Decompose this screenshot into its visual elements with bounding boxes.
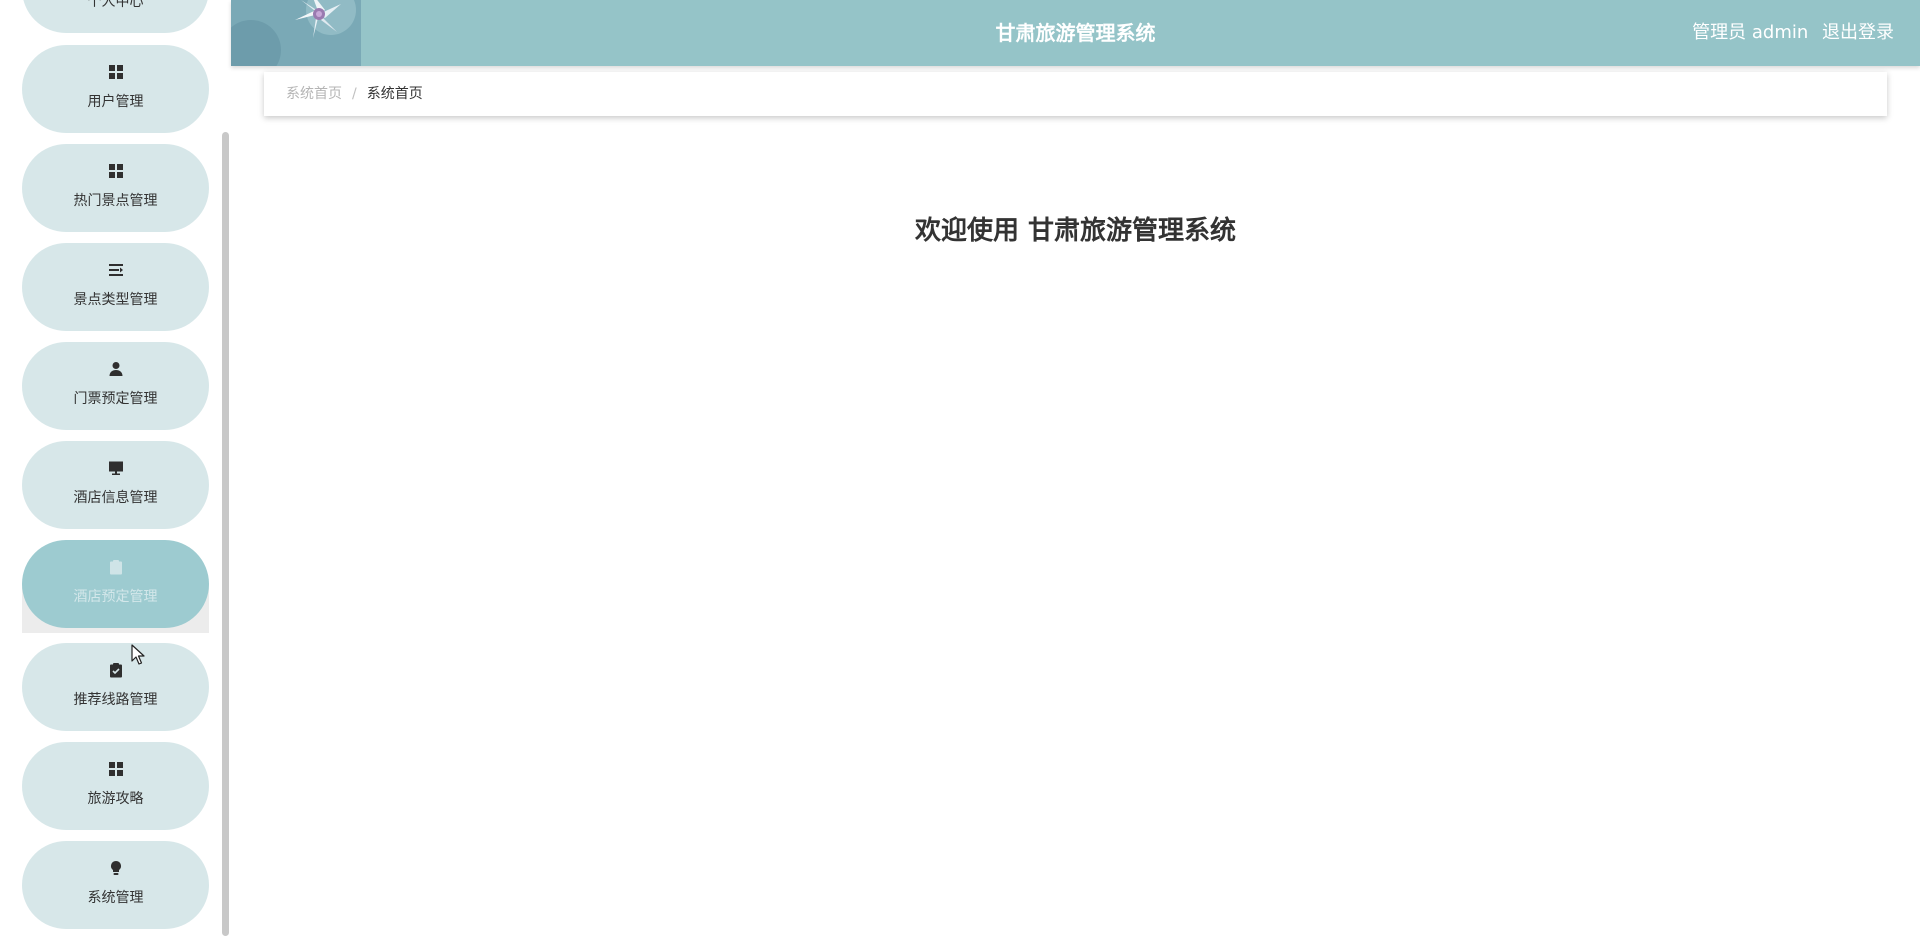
sidebar-item-system-management[interactable]: 系统管理: [22, 841, 209, 929]
sidebar-item-label: 推荐线路管理: [73, 692, 158, 708]
sidebar-item-label: 热门景点管理: [73, 193, 158, 209]
sidebar-item-recommended-routes[interactable]: 推荐线路管理: [22, 643, 209, 731]
sidebar-item-label: 系统管理: [87, 890, 144, 906]
sidebar-item-label: 用户管理: [87, 94, 144, 110]
sidebar-item-hotel-info[interactable]: 酒店信息管理: [22, 441, 209, 529]
bulb-icon: [22, 860, 209, 876]
grid-icon: [22, 64, 209, 80]
grid-icon: [22, 761, 209, 777]
sidebar-item-label: 酒店预定管理: [73, 589, 158, 605]
sidebar-item-label: 酒店信息管理: [73, 490, 158, 506]
sidebar-scrollbar-thumb[interactable]: [222, 132, 229, 936]
header-user-area: 管理员 admin 退出登录: [1692, 0, 1894, 66]
welcome-heading: 欢迎使用 甘肃旅游管理系统: [914, 216, 1237, 246]
sidebar-item-personal-center[interactable]: 个人中心: [22, 0, 209, 33]
person-icon: [22, 361, 209, 377]
breadcrumb: 系统首页 / 系统首页: [264, 72, 1887, 116]
sidebar-item-hotel-booking[interactable]: 酒店预定管理: [22, 540, 209, 628]
sidebar-item-spot-types[interactable]: 景点类型管理: [22, 243, 209, 331]
sidebar: 个人中心 用户管理 热门景点管理 景点类型管理 门票预定管理 酒店信息管理 酒店…: [0, 0, 231, 936]
sidebar-menu: 个人中心 用户管理 热门景点管理 景点类型管理 门票预定管理 酒店信息管理 酒店…: [0, 0, 231, 936]
breadcrumb-current: 系统首页: [366, 86, 423, 102]
sidebar-item-label: 个人中心: [87, 0, 144, 10]
sidebar-item-user-management[interactable]: 用户管理: [22, 45, 209, 133]
clipboard-icon: [22, 559, 209, 575]
clipboard-check-icon: [22, 662, 209, 678]
sidebar-item-label: 旅游攻略: [87, 791, 144, 807]
breadcrumb-home-link[interactable]: 系统首页: [286, 86, 342, 102]
current-user-label: 管理员 admin: [1692, 22, 1809, 43]
sidebar-item-ticket-booking[interactable]: 门票预定管理: [22, 342, 209, 430]
sidebar-item-hot-spots[interactable]: 热门景点管理: [22, 144, 209, 232]
list-indent-icon: [22, 262, 209, 278]
sidebar-item-label: 景点类型管理: [73, 292, 158, 308]
top-header: 甘肃旅游管理系统 管理员 admin 退出登录: [231, 0, 1920, 66]
breadcrumb-separator: /: [352, 86, 357, 102]
sidebar-item-travel-guides[interactable]: 旅游攻略: [22, 742, 209, 830]
monitor-icon: [22, 460, 209, 476]
grid-icon: [22, 163, 209, 179]
logout-link[interactable]: 退出登录: [1822, 0, 1894, 66]
app-title: 甘肃旅游管理系统: [995, 21, 1156, 45]
sidebar-item-label: 门票预定管理: [73, 391, 158, 407]
header-flower-image: [231, 0, 361, 66]
